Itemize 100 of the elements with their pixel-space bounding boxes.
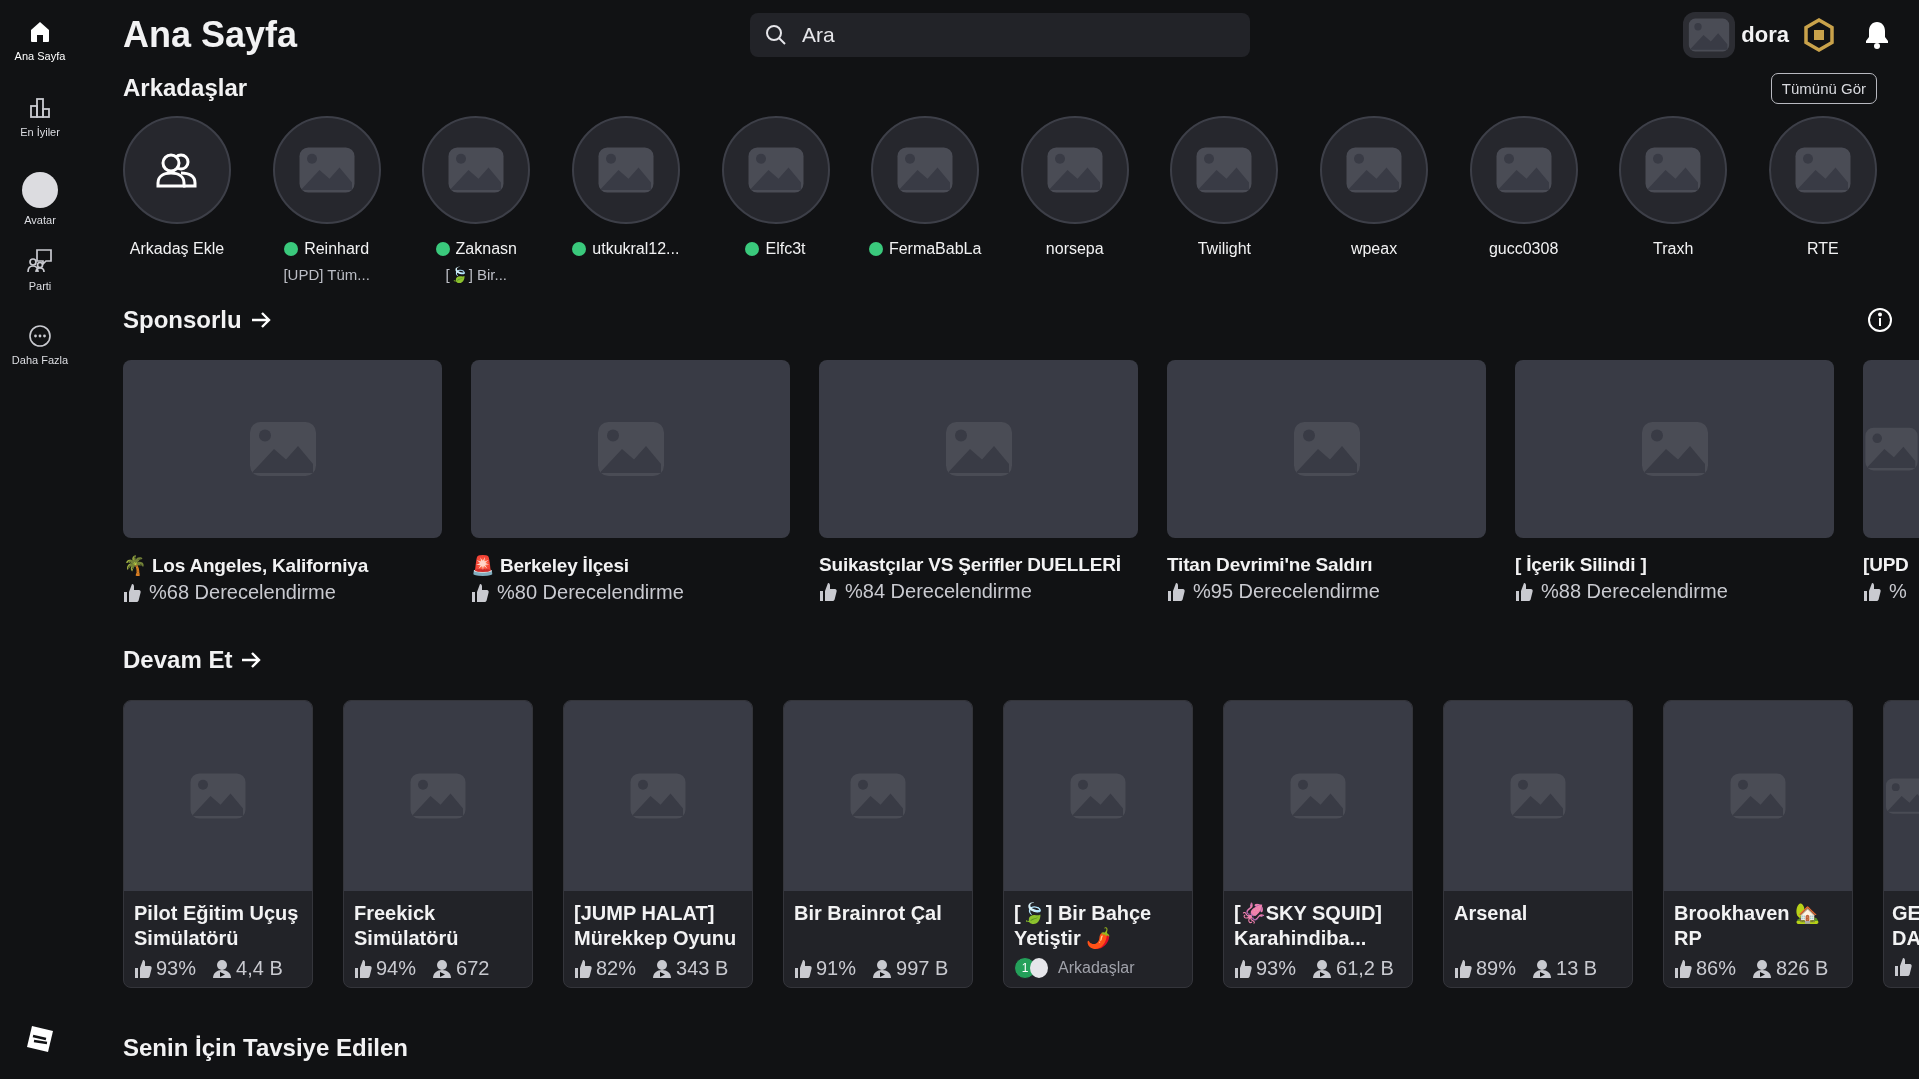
- friends-label: Arkadaşlar: [1058, 959, 1135, 977]
- game-card[interactable]: Freekick Simülatörü 94% 672: [343, 700, 533, 988]
- friend-name[interactable]: RTE: [1807, 240, 1839, 258]
- user-avatar[interactable]: [1683, 12, 1736, 58]
- friend-name[interactable]: Arkadaş Ekle: [129, 240, 225, 258]
- game-card[interactable]: Arsenal 89% 13 B: [1443, 700, 1633, 988]
- thumbs-up-icon: [1234, 958, 1252, 979]
- add-friend-icon: [155, 151, 199, 189]
- section-title: Arkadaşlar: [123, 74, 248, 102]
- game-card[interactable]: Bir Brainrot Çal 91% 997 B: [783, 700, 973, 988]
- arrow-right-icon[interactable]: [249, 310, 272, 330]
- game-card[interactable]: Brookhaven 🏡 RP 86% 826 B: [1663, 700, 1853, 988]
- game-title[interactable]: 🚨 Berkeley İlçesi: [471, 554, 790, 577]
- friend-name[interactable]: Traxh: [1653, 240, 1694, 258]
- players-icon: [212, 958, 233, 979]
- game-thumbnail[interactable]: [123, 360, 442, 538]
- game-thumbnail[interactable]: [819, 360, 1138, 538]
- game-thumbnail[interactable]: [471, 360, 790, 538]
- username[interactable]: dora: [1741, 22, 1789, 48]
- thumbs-up-icon: [574, 958, 592, 979]
- friend-name[interactable]: utkukral12...: [592, 240, 680, 258]
- section-title: Senin İçin Tavsiye Edilen: [123, 1034, 409, 1062]
- friend-name[interactable]: FermaBabLa: [888, 240, 982, 258]
- game-title[interactable]: [ İçerik Silindi ]: [1515, 554, 1834, 576]
- sidebar-item[interactable]: Avatar: [0, 172, 80, 248]
- thumbs-up-icon: [354, 958, 372, 979]
- sidebar-item[interactable]: Ana Sayfa: [0, 20, 80, 96]
- page-title: Ana Sayfa: [123, 14, 299, 56]
- player-count: 61,2 B: [1336, 957, 1394, 980]
- sidebar-item[interactable]: En İyiler: [0, 96, 80, 172]
- avatar-placeholder-icon: [1687, 16, 1732, 54]
- thumbs-up-icon: [471, 582, 489, 603]
- players-icon: [1312, 958, 1333, 979]
- game-rating: %68 Derecelendirme: [149, 581, 336, 604]
- players-icon: [652, 958, 673, 979]
- game-thumbnail[interactable]: [1863, 360, 1919, 538]
- thumbs-up-icon: [1515, 581, 1533, 602]
- section-title[interactable]: Sponsorlu: [123, 306, 242, 334]
- game-card[interactable]: Pilot Eğitim Uçuş Simülatörü 93% 4,4 B: [123, 700, 313, 988]
- thumbs-up-icon: [1454, 958, 1472, 979]
- game-rating: %80 Derecelendirme: [497, 581, 684, 604]
- sidebar-item[interactable]: Daha Fazla: [0, 324, 80, 400]
- thumbs-up-icon: [134, 958, 152, 979]
- game-title: Freekick Simülatörü: [354, 901, 460, 951]
- currency-icon[interactable]: [1803, 18, 1835, 52]
- friend-name[interactable]: norsepa: [1045, 240, 1104, 258]
- game-rating: 93%: [1256, 957, 1297, 980]
- game-thumbnail[interactable]: [1515, 360, 1834, 538]
- avatar-placeholder-icon: [1643, 145, 1704, 195]
- game-rating: 94%: [376, 957, 417, 980]
- players-icon: [872, 958, 893, 979]
- bell-icon[interactable]: [1863, 20, 1891, 50]
- game-title[interactable]: Titan Devrimi'ne Saldırı: [1167, 554, 1486, 576]
- player-count: 343 B: [676, 957, 729, 980]
- players-icon: [432, 958, 453, 979]
- thumbs-up-icon: [123, 582, 141, 603]
- game-card[interactable]: [🍃] Bir Bahçe Yetiştir 🌶 1 Arkadaşlar: [1003, 700, 1193, 988]
- game-title[interactable]: Suikastçılar VS Şerifler DUELLERİ: [819, 554, 1138, 576]
- friend-name[interactable]: Reinhard: [304, 240, 370, 258]
- game-thumbnail[interactable]: [1167, 360, 1486, 538]
- see-all-button[interactable]: Tümünü Gör: [1770, 72, 1877, 104]
- home-icon: [28, 20, 52, 44]
- info-icon[interactable]: [1867, 307, 1893, 333]
- arrow-right-icon[interactable]: [240, 650, 263, 670]
- search-icon: [764, 23, 788, 47]
- avatar-icon: [22, 172, 58, 208]
- thumbs-up-icon: [1167, 581, 1185, 602]
- game-title: [JUMP HALAT] Mürekkep Oyunu: [574, 901, 738, 951]
- avatar-placeholder-icon: [1194, 145, 1255, 195]
- friend-name[interactable]: Zaknasn: [455, 240, 517, 258]
- game-title: [🦑SKY SQUID] Karahindiba...: [1234, 901, 1383, 951]
- game-rating: %88 Derecelendirme: [1541, 580, 1728, 603]
- game-title: [🍃] Bir Bahçe Yetiştir 🌶: [1014, 901, 1153, 951]
- game-title[interactable]: 🌴 Los Angeles, Kaliforniya: [123, 554, 442, 577]
- game-title: Pilot Eğitim Uçuş Simülatörü: [134, 901, 300, 951]
- game-title[interactable]: [UPD: [1863, 554, 1919, 576]
- friend-name[interactable]: wpeax: [1350, 240, 1398, 258]
- game-rating: %: [1889, 580, 1907, 603]
- player-count: 4,4 B: [236, 957, 283, 980]
- thumbs-up-icon: [1863, 581, 1881, 602]
- game-card[interactable]: [JUMP HALAT] Mürekkep Oyunu 82% 343 B: [563, 700, 753, 988]
- game-card[interactable]: [🦑SKY SQUID] Karahindiba... 93% 61,2 B: [1223, 700, 1413, 988]
- avatar-placeholder-icon: [1344, 145, 1404, 195]
- player-count: 997 B: [896, 957, 949, 980]
- thumbs-up-icon: [1894, 957, 1912, 977]
- game-rating: %95 Derecelendirme: [1193, 580, 1380, 603]
- players-icon: [1532, 958, 1553, 979]
- friend-name[interactable]: Twilight: [1197, 240, 1252, 258]
- game-rating: 82%: [596, 957, 637, 980]
- search-field[interactable]: Ara: [750, 13, 1250, 57]
- friend-status: [UPD] Tüm...: [283, 266, 370, 283]
- sidebar-item[interactable]: Parti: [0, 248, 80, 324]
- friend-name[interactable]: Elfc3t: [765, 240, 806, 258]
- game-title: Brookhaven 🏡 RP: [1674, 901, 1822, 951]
- logo-icon[interactable]: [26, 1025, 54, 1053]
- game-rating: 86%: [1696, 957, 1737, 980]
- avatar-placeholder-icon: [895, 145, 956, 195]
- friend-name[interactable]: gucc0308: [1488, 240, 1559, 258]
- more-icon: [28, 324, 52, 348]
- section-title[interactable]: Devam Et: [123, 646, 233, 674]
